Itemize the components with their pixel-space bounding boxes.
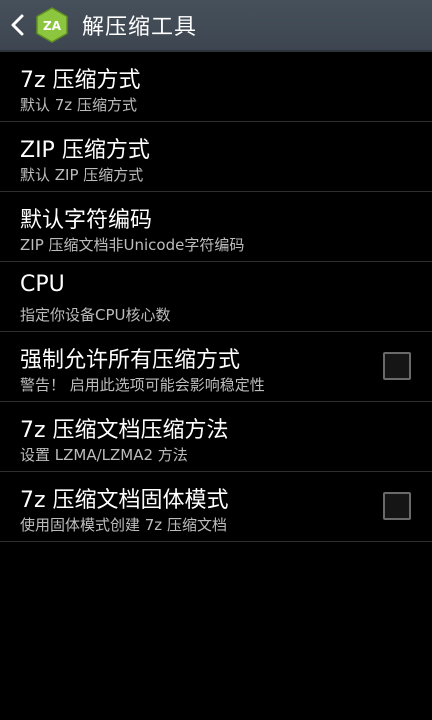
back-button[interactable]	[2, 0, 32, 51]
pref-summary: 默认 ZIP 压缩方式	[20, 166, 144, 184]
pref-title: CPU	[20, 272, 65, 297]
app-title: 解压缩工具	[82, 15, 198, 40]
force-all-methods-checkbox[interactable]	[383, 352, 411, 380]
preference-list: 7z 压缩方式 默认 7z 压缩方式 ZIP 压缩方式 默认 ZIP 压缩方式 …	[0, 52, 432, 542]
pref-title: 默认字符编码	[20, 208, 153, 233]
screen: ZA 解压缩工具 7z 压缩方式 默认 7z 压缩方式 ZIP 压缩方式 默认 …	[0, 0, 432, 720]
pref-title: 7z 压缩文档压缩方法	[20, 418, 229, 443]
pref-title: 强制允许所有压缩方式	[20, 348, 241, 373]
pref-zip-compression-method[interactable]: ZIP 压缩方式 默认 ZIP 压缩方式	[0, 122, 432, 192]
pref-summary: 默认 7z 压缩方式	[20, 96, 137, 114]
app-logo-icon[interactable]: ZA	[34, 7, 70, 43]
action-bar: ZA 解压缩工具	[0, 0, 432, 52]
pref-title: 7z 压缩方式	[20, 68, 141, 93]
pref-7z-solid-mode[interactable]: 7z 压缩文档固体模式 使用固体模式创建 7z 压缩文档	[0, 472, 432, 542]
pref-cpu[interactable]: CPU 指定你设备CPU核心数	[0, 262, 432, 332]
pref-title: 7z 压缩文档固体模式	[20, 488, 229, 513]
pref-title: ZIP 压缩方式	[20, 138, 150, 163]
pref-7z-archive-method[interactable]: 7z 压缩文档压缩方法 设置 LZMA/LZMA2 方法	[0, 402, 432, 472]
pref-summary: 设置 LZMA/LZMA2 方法	[20, 446, 188, 464]
chevron-left-icon	[11, 14, 24, 36]
pref-summary: 指定你设备CPU核心数	[20, 306, 171, 324]
app-logo-letters: ZA	[43, 19, 62, 33]
pref-force-all-methods[interactable]: 强制允许所有压缩方式 警告！ 启用此选项可能会影响稳定性	[0, 332, 432, 402]
pref-summary: 警告！ 启用此选项可能会影响稳定性	[20, 376, 265, 394]
pref-default-charset[interactable]: 默认字符编码 ZIP 压缩文档非Unicode字符编码	[0, 192, 432, 262]
pref-7z-compression-method[interactable]: 7z 压缩方式 默认 7z 压缩方式	[0, 52, 432, 122]
pref-summary: ZIP 压缩文档非Unicode字符编码	[20, 236, 245, 254]
solid-mode-checkbox[interactable]	[383, 492, 411, 520]
pref-summary: 使用固体模式创建 7z 压缩文档	[20, 516, 227, 534]
